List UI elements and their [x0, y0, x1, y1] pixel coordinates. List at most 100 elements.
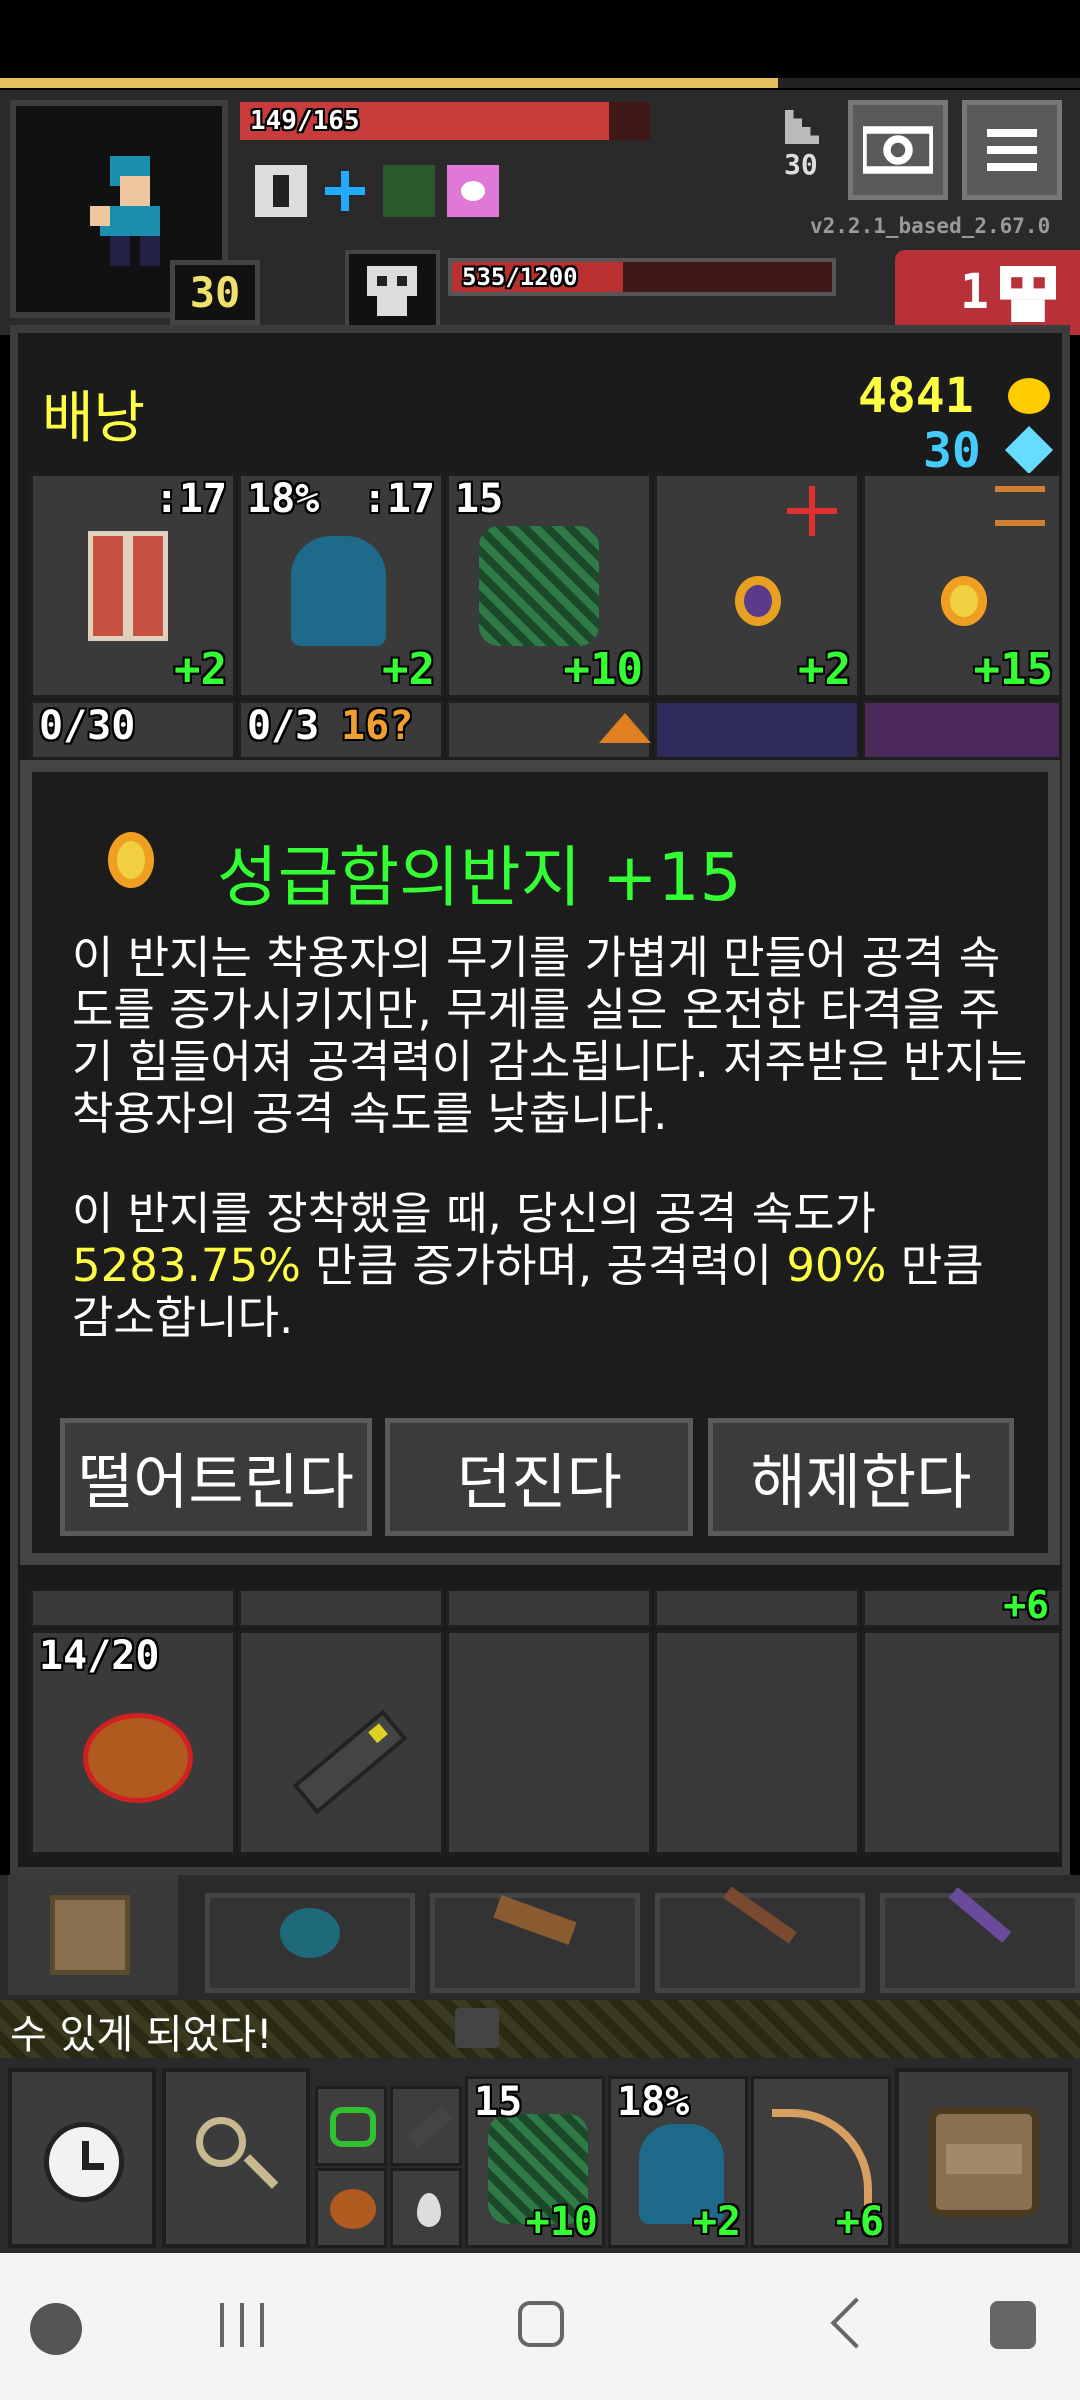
slot-top-left: :17 — [154, 476, 227, 522]
danger-count: 1 — [960, 264, 989, 320]
quickslot-mini[interactable] — [315, 2086, 387, 2166]
meat-icon — [83, 1713, 193, 1803]
eye-buff-icon[interactable] — [447, 165, 499, 217]
slot-label: 0/30 — [39, 703, 136, 749]
stats-paragraph: 이 반지를 장착했을 때, 당신의 공격 속도가 5283.75% 만큼 증가하… — [72, 1188, 1032, 1344]
gold-icon — [1008, 378, 1050, 414]
buff-icons — [255, 165, 505, 220]
energy-crystal-icon — [1004, 425, 1054, 475]
back-icon[interactable] — [830, 2297, 882, 2349]
speed-value: 5283.75% — [72, 1239, 301, 1292]
ring-icon — [941, 576, 987, 626]
slot-top-left: 15 — [455, 476, 504, 522]
hp-bar: 149/165 — [240, 102, 650, 140]
inventory-slot[interactable] — [30, 1588, 236, 1628]
clock-icon — [44, 2122, 124, 2202]
unequip-button[interactable]: 해제한다 — [708, 1418, 1014, 1536]
log-message: 수 있게 되었다! — [10, 2012, 273, 2058]
wait-button[interactable] — [8, 2068, 156, 2248]
weapon-buff-icon[interactable] — [383, 165, 435, 217]
throw-button[interactable]: 던진다 — [385, 1418, 693, 1536]
arrow-up-icon — [599, 713, 651, 743]
throw-button-label: 던진다 — [456, 1447, 622, 1518]
bag-tab-wands[interactable] — [880, 1887, 1080, 1993]
stats-text: 이 반지를 장착했을 때, 당신의 공격 속도가 — [72, 1187, 876, 1240]
description-paragraph: 이 반지는 착용자의 무기를 가볍게 만들어 공격 속도를 증가시키지만, 무게… — [72, 931, 1028, 1140]
quickslot-armor[interactable]: 15 +10 — [465, 2076, 605, 2248]
backpack-icon — [50, 1895, 130, 1975]
slot-label: 16? — [341, 703, 414, 749]
inventory-button[interactable] — [895, 2068, 1072, 2248]
quickslot-mini[interactable] — [390, 2168, 462, 2248]
inventory-slot-armor[interactable]: 15 +10 — [446, 473, 652, 698]
slot-top-right: :17 — [362, 476, 435, 522]
depth-indicator[interactable]: 30 — [770, 110, 830, 190]
dialog-description: 이 반지는 착용자의 무기를 가볍게 만들어 공격 속도를 증가시키지만, 무게… — [72, 932, 1032, 1344]
stairs-icon — [785, 110, 819, 144]
shield-icon — [88, 531, 168, 641]
system-nav-bar — [0, 2253, 1080, 2400]
menu-button[interactable] — [962, 100, 1062, 200]
inventory-slot[interactable] — [446, 700, 652, 760]
slot-label: 14/20 — [39, 1633, 160, 1679]
key-buff-icon[interactable] — [255, 165, 307, 217]
target-buff-icon[interactable] — [319, 165, 371, 217]
search-button[interactable] — [162, 2068, 310, 2248]
swap-icon — [330, 2107, 376, 2147]
danger-indicator[interactable]: 1 — [895, 250, 1080, 335]
inventory-slot[interactable]: +6 — [862, 1583, 1062, 1628]
skull-icon — [367, 266, 417, 316]
bag-tab-potions[interactable] — [655, 1886, 865, 1993]
gamepad-icon[interactable] — [30, 2303, 82, 2355]
cloak-icon — [291, 536, 386, 646]
stats-text: 만큼 증가하며, 공격력이 — [315, 1239, 773, 1292]
quickslot-bonus: +10 — [525, 2199, 598, 2245]
bag-tab-main[interactable] — [8, 1875, 178, 1995]
inventory-slot-wand[interactable] — [238, 1630, 444, 1855]
quickslot-bow[interactable]: +6 — [751, 2076, 891, 2248]
inventory-slot[interactable] — [862, 1630, 1062, 1855]
hero-sprite-icon — [90, 156, 160, 266]
inventory-slot[interactable] — [446, 1588, 652, 1628]
bag-tab-seeds[interactable] — [205, 1893, 415, 1993]
inventory-slot[interactable] — [654, 1630, 860, 1855]
journal-button[interactable] — [848, 100, 948, 200]
home-icon[interactable] — [518, 2301, 564, 2347]
damage-value: 90% — [786, 1239, 887, 1292]
inventory-slot[interactable] — [238, 1588, 444, 1628]
drop-button[interactable]: 떨어트린다 — [60, 1418, 372, 1536]
inventory-slot-shield[interactable]: :17 +2 — [30, 473, 236, 698]
slot-top-left: 18% — [247, 476, 320, 522]
enemy-portrait[interactable] — [345, 250, 440, 330]
recents-icon[interactable] — [220, 2303, 264, 2347]
inventory-slot-ring-gold[interactable]: +15 — [862, 473, 1062, 698]
inventory-slot[interactable]: 0/30 — [30, 700, 236, 760]
quickslot-mini[interactable] — [315, 2168, 387, 2248]
lock-icon — [455, 2008, 499, 2048]
inventory-slot[interactable] — [654, 700, 860, 760]
search-icon — [863, 126, 933, 174]
quickslot-mini[interactable] — [390, 2086, 462, 2166]
hero-level: 30 — [189, 268, 241, 317]
slot-bonus: +10 — [563, 644, 643, 695]
inventory-slot[interactable] — [654, 1588, 860, 1628]
wand-icon — [292, 1709, 408, 1815]
inventory-slot[interactable] — [862, 700, 1062, 760]
inventory-slot[interactable]: 0/3 16? — [238, 700, 444, 760]
inventory-slot-food[interactable]: 14/20 — [30, 1630, 236, 1855]
toolbar: 15 +10 18% +2 +6 — [0, 2058, 1080, 2253]
backpack-icon — [929, 2107, 1039, 2217]
screen-lock-icon[interactable] — [990, 2301, 1036, 2349]
quickslot-cloak[interactable]: 18% +2 — [608, 2076, 748, 2248]
inventory-slot[interactable] — [446, 1630, 652, 1855]
ring-icon — [735, 576, 781, 626]
bag-tab-scrolls[interactable] — [430, 1893, 640, 1993]
meat-icon — [330, 2189, 376, 2229]
depth-number: 30 — [784, 148, 818, 181]
wand-icon — [407, 2106, 453, 2148]
inventory-slot-ring-purple[interactable]: +2 — [654, 473, 860, 698]
bag-tabs — [0, 1875, 1080, 2000]
inventory-slot-cloak[interactable]: 18% :17 +2 — [238, 473, 444, 698]
version-label: v2.2.1_based_2.67.0 — [810, 214, 1051, 238]
enemy-hp-text: 535/1200 — [462, 263, 578, 291]
